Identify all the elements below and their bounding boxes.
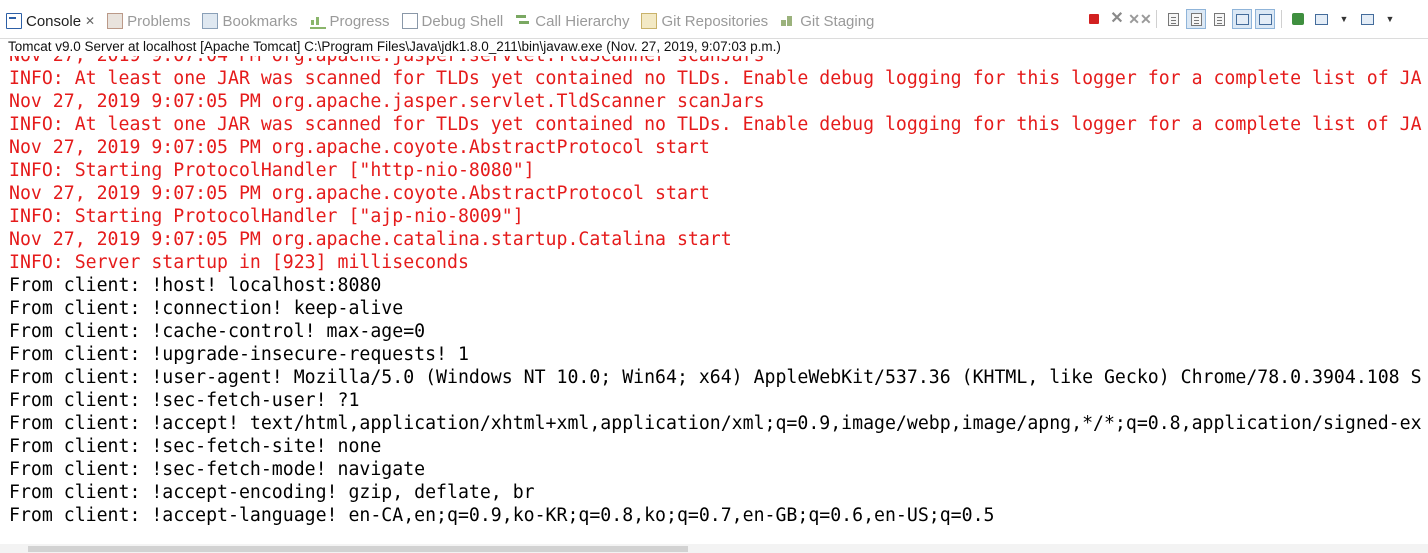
stderr-icon	[1258, 13, 1272, 25]
terminate-button[interactable]	[1084, 9, 1104, 29]
console-line: INFO: Server startup in [923] millisecon…	[9, 252, 469, 273]
tab-bookmarks[interactable]: Bookmarks	[196, 8, 303, 34]
remove-all-terminated-button[interactable]: ✕✕	[1128, 9, 1152, 29]
console-line: INFO: At least one JAR was scanned for T…	[9, 114, 1422, 135]
tab-git-staging[interactable]: Git Staging	[774, 8, 880, 34]
chevron-down-icon: ▼	[1385, 14, 1395, 24]
chevron-down-icon: ▼	[1339, 14, 1349, 24]
remove-icon: ✕	[1110, 10, 1124, 27]
tab-progress[interactable]: Progress	[304, 8, 396, 34]
pin-console-button[interactable]	[1288, 9, 1308, 29]
horizontal-scrollbar[interactable]	[0, 544, 1428, 553]
word-wrap-button[interactable]	[1209, 9, 1229, 29]
open-console-icon	[1360, 13, 1374, 25]
display-console-icon	[1314, 13, 1328, 25]
tab-label: Call Hierarchy	[535, 12, 630, 30]
console-line: Nov 27, 2019 9:07:05 PM org.apache.jaspe…	[9, 91, 765, 112]
git-repositories-icon	[641, 13, 658, 29]
console-icon	[6, 13, 22, 29]
tab-problems[interactable]: Problems	[101, 8, 196, 34]
debug-shell-icon	[401, 13, 418, 29]
progress-icon	[309, 13, 326, 29]
tab-debug-shell[interactable]: Debug Shell	[396, 8, 510, 34]
tab-label: Progress	[329, 12, 390, 30]
tab-git-repositories[interactable]: Git Repositories	[635, 8, 774, 34]
console-line: INFO: At least one JAR was scanned for T…	[9, 68, 1422, 89]
console-line: From client: !sec-fetch-user! ?1	[9, 390, 360, 411]
console-line: From client: !connection! keep-alive	[9, 298, 404, 319]
tab-label: Git Staging	[800, 12, 875, 30]
tab-label: Debug Shell	[421, 12, 504, 30]
console-line: From client: !accept-language! en-CA,en;…	[9, 505, 995, 526]
console-line: Nov 27, 2019 9:07:05 PM org.apache.coyot…	[9, 137, 710, 158]
console-line: From client: !host! localhost:8080	[9, 275, 382, 296]
toolbar-divider	[1156, 10, 1157, 28]
console-lines: Nov 27, 2019 9:07:04 PM org.apache.jaspe…	[9, 56, 1422, 527]
show-on-stderr-button[interactable]	[1255, 9, 1275, 29]
call-hierarchy-icon	[515, 13, 531, 29]
pin-icon	[1292, 13, 1304, 25]
console-line: From client: !cache-control! max-age=0	[9, 321, 426, 342]
console-output[interactable]: Nov 27, 2019 9:07:04 PM org.apache.jaspe…	[0, 56, 1428, 540]
console-line: From client: !sec-fetch-mode! navigate	[9, 459, 426, 480]
process-description: Tomcat v9.0 Server at localhost [Apache …	[8, 39, 781, 54]
view-tab-bar: Console ✕ Problems Bookmarks Progress De…	[0, 0, 1428, 39]
stdout-icon	[1235, 13, 1249, 25]
show-on-stdout-button[interactable]	[1232, 9, 1252, 29]
console-line: Nov 27, 2019 9:07:05 PM org.apache.coyot…	[9, 183, 710, 204]
console-line: From client: !user-agent! Mozilla/5.0 (W…	[9, 367, 1422, 388]
toolbar-divider	[1281, 10, 1282, 28]
clear-console-button[interactable]	[1163, 9, 1183, 29]
scrollbar-thumb[interactable]	[28, 546, 688, 552]
open-console-button[interactable]	[1357, 9, 1377, 29]
display-console-dropdown[interactable]: ▼	[1334, 9, 1354, 29]
display-selected-console-button[interactable]	[1311, 9, 1331, 29]
problems-icon	[107, 13, 124, 29]
clear-console-icon	[1167, 12, 1179, 26]
git-staging-icon	[780, 13, 796, 29]
open-console-dropdown[interactable]: ▼	[1380, 9, 1400, 29]
remove-launch-button[interactable]: ✕	[1107, 9, 1127, 29]
tab-label: Problems	[127, 12, 191, 30]
tab-call-hierarchy[interactable]: Call Hierarchy	[509, 8, 635, 34]
console-line: From client: !upgrade-insecure-requests!…	[9, 344, 469, 365]
console-line: Nov 27, 2019 9:07:05 PM org.apache.catal…	[9, 229, 732, 250]
close-icon[interactable]: ✕	[85, 14, 95, 28]
console-line: Nov 27, 2019 9:07:04 PM org.apache.jaspe…	[9, 56, 1422, 67]
console-line: From client: !sec-fetch-site! none	[9, 436, 382, 457]
tab-label: Git Repositories	[661, 12, 769, 30]
tab-label: Console	[26, 12, 82, 30]
console-line: INFO: Starting ProtocolHandler ["ajp-nio…	[9, 206, 524, 227]
bookmarks-icon	[202, 13, 219, 29]
console-toolbar: ✕ ✕✕ ▼ ▼	[1084, 9, 1400, 29]
console-line: From client: !accept-encoding! gzip, def…	[9, 482, 535, 503]
scroll-lock-button[interactable]	[1186, 9, 1206, 29]
tab-label: Bookmarks	[222, 12, 298, 30]
scroll-lock-icon	[1190, 12, 1202, 26]
view-tabs: Console ✕ Problems Bookmarks Progress De…	[0, 8, 880, 34]
remove-all-icon: ✕✕	[1128, 11, 1152, 27]
console-line: From client: !accept! text/html,applicat…	[9, 413, 1422, 434]
stop-icon	[1089, 14, 1099, 24]
tab-console[interactable]: Console ✕	[0, 8, 102, 34]
console-line: INFO: Starting ProtocolHandler ["http-ni…	[9, 160, 535, 181]
word-wrap-icon	[1213, 12, 1225, 26]
